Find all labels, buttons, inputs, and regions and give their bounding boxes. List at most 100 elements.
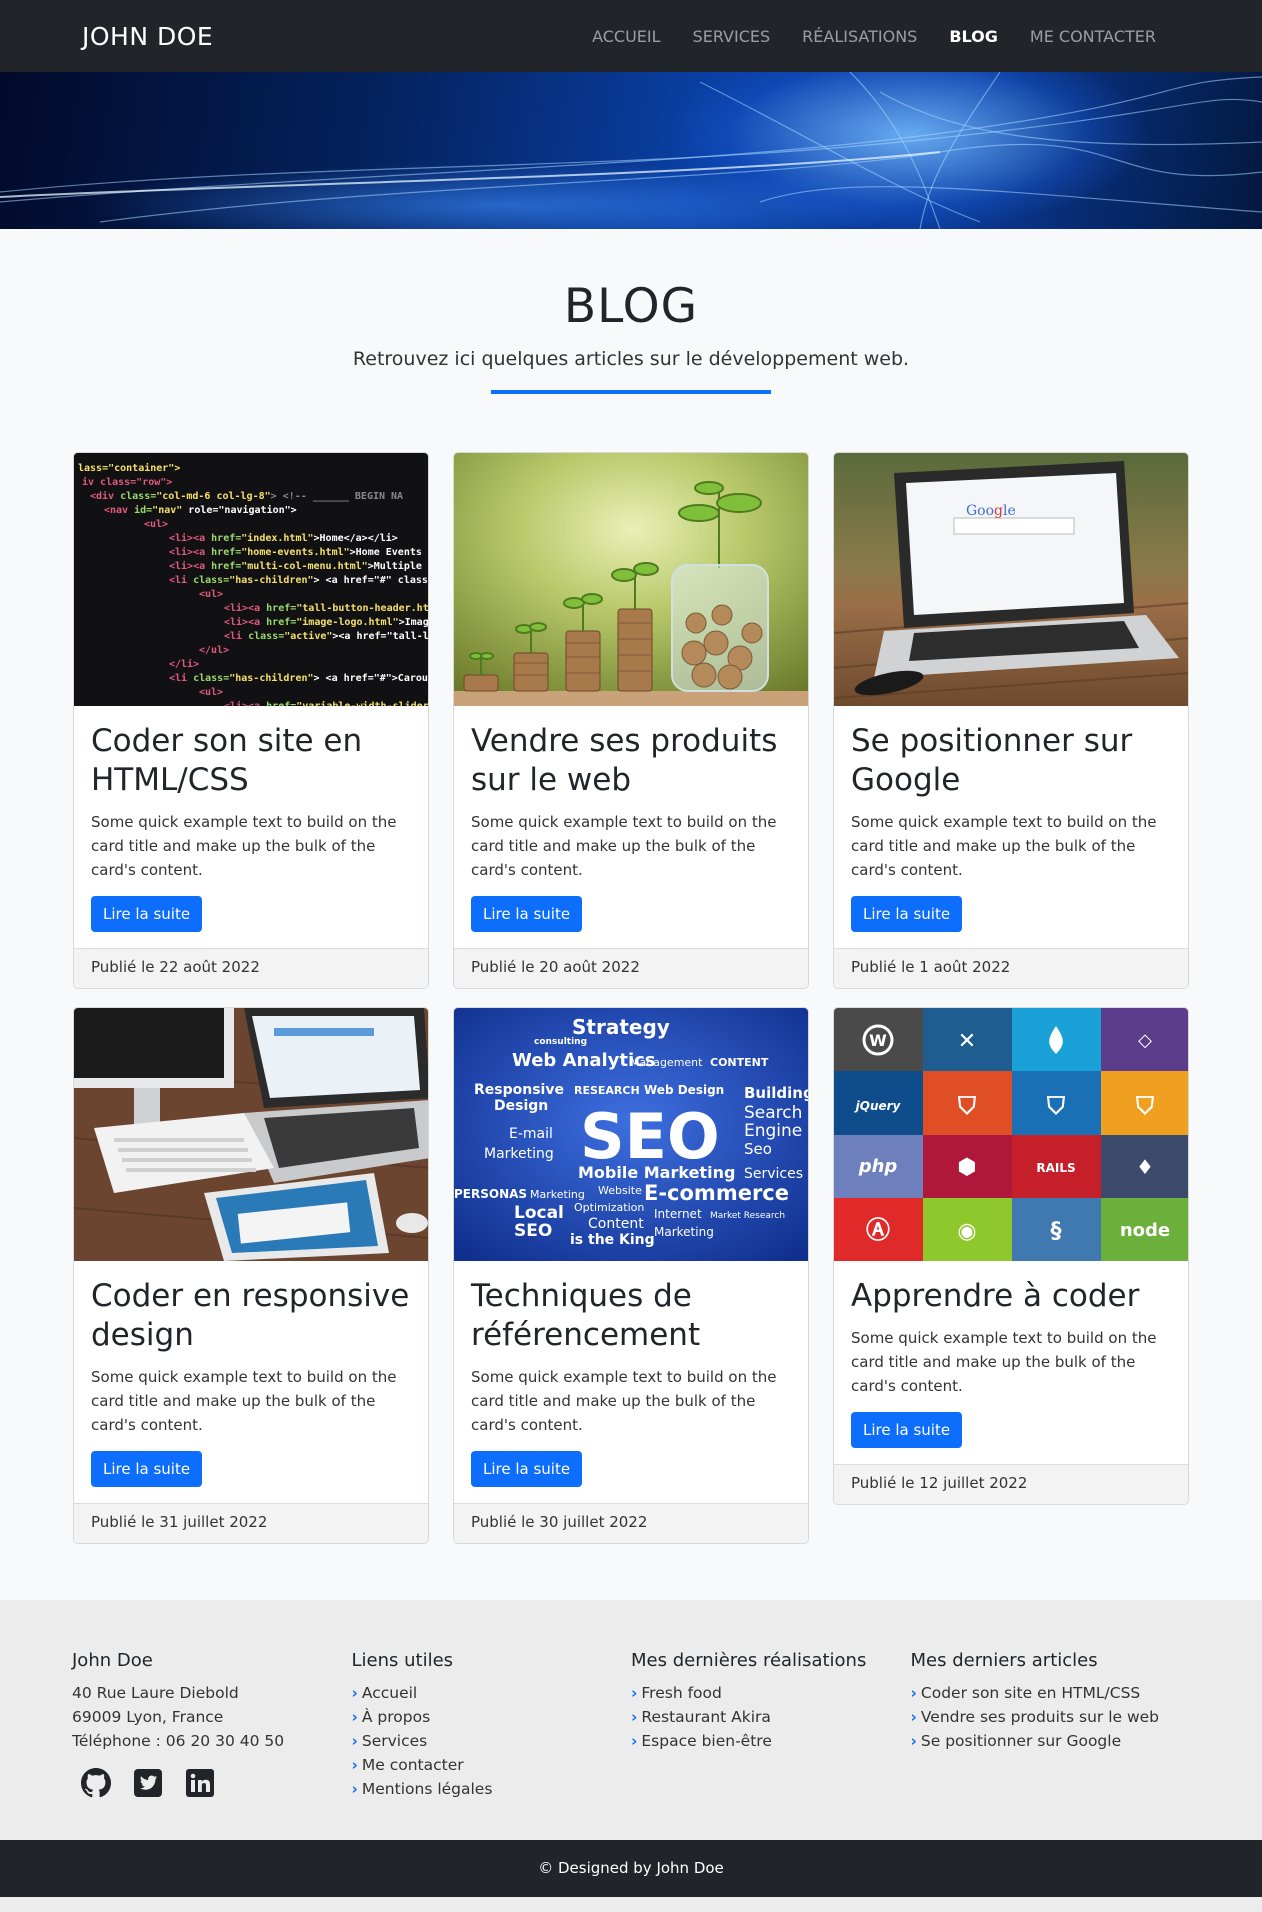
svg-text:W: W [869, 1031, 887, 1050]
svg-text:<li class="has-children"> <a h: <li class="has-children"> <a href="#">Ca… [169, 672, 428, 684]
footer-address-line1: 40 Rue Laure Diebold [72, 1684, 239, 1702]
svg-text:<ul>: <ul> [144, 519, 168, 530]
svg-text:<div class="col-md-6 col-lg-8": <div class="col-md-6 col-lg-8"> <!-- ___… [90, 490, 403, 502]
twitter-icon[interactable] [132, 1767, 164, 1799]
read-more-button[interactable]: Lire la suite [91, 896, 203, 932]
card-title[interactable]: Vendre ses produits sur le web [471, 722, 791, 800]
page-header: BLOG Retrouvez ici quelques articles sur… [0, 229, 1262, 394]
nav-item-realisations[interactable]: RÉALISATIONS [786, 27, 933, 46]
svg-text:Ⓐ: Ⓐ [866, 1216, 890, 1244]
svg-text:Building: Building [744, 1084, 808, 1102]
read-more-button[interactable]: Lire la suite [91, 1451, 203, 1487]
chevron-right-icon: › [351, 1780, 358, 1798]
svg-text:Mobile Marketing: Mobile Marketing [578, 1163, 735, 1182]
svg-text:<li><a href="variable-width-sl: <li><a href="variable-width-slider.ht [224, 700, 428, 706]
svg-text:SEO: SEO [514, 1221, 552, 1241]
svg-text:Optimization: Optimization [574, 1201, 644, 1214]
card-title[interactable]: Se positionner sur Google [851, 722, 1171, 800]
svg-text:⛉: ⛉ [1135, 1092, 1155, 1120]
footer-project-link[interactable]: › Fresh food [631, 1681, 911, 1705]
read-more-button[interactable]: Lire la suite [471, 896, 583, 932]
blog-card: Vendre ses produits sur le web Some quic… [453, 452, 809, 989]
svg-text:iv class="row">: iv class="row"> [82, 476, 172, 488]
footer-phone: Téléphone : 06 20 30 40 50 [72, 1732, 285, 1750]
footer-article-link[interactable]: › Se positionner sur Google [911, 1729, 1191, 1753]
svg-text:<li><a href="index.html">Home<: <li><a href="index.html">Home</a></li> [169, 532, 398, 544]
card-title[interactable]: Apprendre à coder [851, 1277, 1171, 1316]
footer-links: Liens utiles › Accueil › À propos › Service… [352, 1650, 632, 1840]
nav-menu: ACCUEIL SERVICES RÉALISATIONS BLOG ME CO… [576, 27, 1172, 46]
svg-text:</li>: </li> [169, 658, 199, 670]
svg-text:Website: Website [598, 1184, 642, 1197]
svg-text:lass="container">: lass="container"> [78, 462, 180, 474]
read-more-button[interactable]: Lire la suite [851, 896, 963, 932]
svg-text:RESEARCH: RESEARCH [574, 1084, 640, 1097]
nav-item-blog[interactable]: BLOG [933, 27, 1014, 46]
svg-text:<ul>: <ul> [199, 687, 223, 698]
svg-text:⛉: ⛉ [957, 1092, 977, 1120]
chevron-right-icon: › [910, 1732, 917, 1750]
svg-text:⬢: ⬢ [957, 1155, 976, 1180]
footer-project-link[interactable]: › Espace bien-être [631, 1729, 911, 1753]
svg-text:node: node [1120, 1220, 1170, 1241]
footer-link-mentions[interactable]: › Mentions légales [352, 1777, 632, 1801]
svg-text:RAILS: RAILS [1036, 1161, 1075, 1175]
svg-text:Marketing: Marketing [530, 1188, 585, 1201]
footer-article-link[interactable]: › Coder son site en HTML/CSS [911, 1681, 1191, 1705]
footer-contact-heading: John Doe [72, 1650, 153, 1671]
read-more-button[interactable]: Lire la suite [471, 1451, 583, 1487]
chevron-right-icon: › [351, 1684, 358, 1702]
chevron-right-icon: › [631, 1684, 638, 1702]
svg-text:§: § [1051, 1219, 1062, 1244]
footer-link-apropos[interactable]: › À propos [352, 1705, 632, 1729]
card-text: Some quick example text to build on the … [851, 813, 1157, 879]
svg-text:PERSONAS: PERSONAS [454, 1187, 527, 1201]
svg-text:◇: ◇ [1138, 1030, 1152, 1051]
footer-address-line2: 69009 Lyon, France [72, 1708, 224, 1726]
code-html-image: lass="container"> iv class="row"> <div c… [74, 453, 428, 706]
footer-links-heading: Liens utiles [351, 1650, 454, 1671]
devices-responsive-image [74, 1008, 428, 1261]
nav-item-accueil[interactable]: ACCUEIL [576, 27, 676, 46]
footer-contact: John Doe 40 Rue Laure Diebold 69009 Lyon… [72, 1650, 352, 1840]
svg-text:jQuery: jQuery [854, 1099, 902, 1113]
footer-article-link[interactable]: › Vendre ses produits sur le web [911, 1705, 1191, 1729]
card-body: Se positionner sur Google Some quick exa… [834, 706, 1188, 948]
card-text: Some quick example text to build on the … [91, 813, 397, 879]
github-icon[interactable] [80, 1767, 112, 1799]
card-date: Publié le 30 juillet 2022 [454, 1503, 808, 1543]
svg-text:</ul>: </ul> [199, 645, 229, 656]
svg-text:Web Design: Web Design [644, 1083, 724, 1097]
card-title[interactable]: Coder en responsive design [91, 1277, 411, 1355]
tech-logos-image: W ✕ ◇ jQuery ⛉ ⛉ ⛉ php ⬢ RAILS ♦ Ⓐ ◉ § n… [834, 1008, 1188, 1261]
read-more-button[interactable]: Lire la suite [851, 1412, 963, 1448]
blog-card: lass="container"> iv class="row"> <div c… [73, 452, 429, 989]
footer-project-link[interactable]: › Restaurant Akira [631, 1705, 911, 1729]
footer-link-services[interactable]: › Services [352, 1729, 632, 1753]
svg-text:Management: Management [630, 1056, 703, 1069]
chevron-right-icon: › [351, 1708, 358, 1726]
svg-text:Marketing: Marketing [654, 1225, 714, 1239]
svg-text:<li class="has-children"> <a h: <li class="has-children"> <a href="#" cl… [169, 574, 428, 586]
linkedin-icon[interactable] [184, 1767, 216, 1799]
card-body: Techniques de référencement Some quick e… [454, 1261, 808, 1503]
svg-text:CONTENT: CONTENT [710, 1056, 769, 1069]
svg-text:<nav id="nav" role="navigation: <nav id="nav" role="navigation"> [104, 504, 297, 516]
blog-card: Strategy consulting Web Analytics Manage… [453, 1007, 809, 1544]
svg-text:Services: Services [744, 1166, 803, 1182]
footer-projects-heading: Mes dernières réalisations [631, 1650, 867, 1671]
svg-text:Design: Design [494, 1098, 548, 1114]
footer-link-contact[interactable]: › Me contacter [352, 1753, 632, 1777]
card-title[interactable]: Coder son site en HTML/CSS [91, 722, 411, 800]
footer-link-accueil[interactable]: › Accueil [352, 1681, 632, 1705]
card-date: Publié le 22 août 2022 [74, 948, 428, 988]
card-title[interactable]: Techniques de référencement [471, 1277, 791, 1355]
nav-item-services[interactable]: SERVICES [677, 27, 787, 46]
nav-item-contact[interactable]: ME CONTACTER [1014, 27, 1172, 46]
card-text: Some quick example text to build on the … [471, 1368, 777, 1434]
copyright-bar: © Designed by John Doe [0, 1840, 1262, 1897]
footer-projects: Mes dernières réalisations › Fresh food ›… [631, 1650, 911, 1840]
card-body: Coder en responsive design Some quick ex… [74, 1261, 428, 1503]
chevron-right-icon: › [910, 1684, 917, 1702]
brand-logo[interactable]: JOHN DOE [82, 22, 213, 51]
